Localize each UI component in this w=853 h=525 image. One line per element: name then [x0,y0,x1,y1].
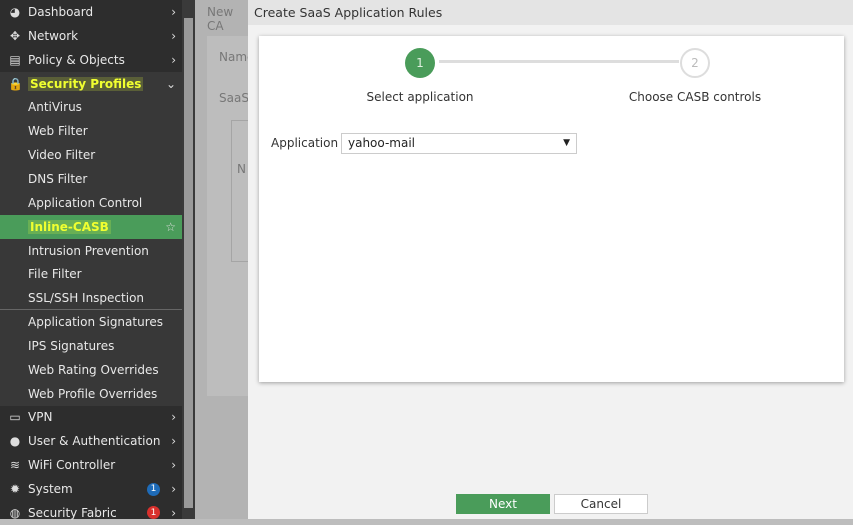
cancel-button[interactable]: Cancel [554,494,648,514]
sidebar-item-wifi-controller[interactable]: ≋ WiFi Controller › [0,453,182,477]
user-icon: ● [9,434,21,449]
sidebar-item-label: VPN [28,410,53,425]
favorite-star-icon[interactable]: ☆ [165,220,176,234]
sidebar-item-label: Web Profile Overrides [28,386,158,401]
application-select[interactable]: yahoo-mail ▼ [341,133,577,154]
sidebar-item-file-filter[interactable]: File Filter [0,262,182,287]
scrollbar-thumb[interactable] [184,18,193,508]
sidebar-item-ssl-ssh-inspection[interactable]: SSL/SSH Inspection [0,286,182,311]
sidebar-scrollbar[interactable] [182,0,195,519]
sidebar-item-label: Web Filter [28,124,88,139]
laptop-icon: ▭ [9,410,21,425]
chevron-right-icon[interactable]: › [171,434,176,448]
sidebar-item-label: AntiVirus [28,100,82,115]
background-title: New CA [207,5,234,33]
sidebar-item-label: File Filter [28,267,82,282]
sidebar-item-label: Policy & Objects [28,52,125,67]
dialog-title: Create SaaS Application Rules [248,0,853,25]
sidebar-item-label: Application Signatures [28,315,164,330]
sidebar-item-video-filter[interactable]: Video Filter [0,143,182,168]
sidebar-item-vpn[interactable]: ▭ VPN › [0,405,182,429]
sidebar-item-system[interactable]: ✹ System 1 › [0,477,182,501]
wifi-icon: ≋ [9,458,21,473]
sidebar-item-application-signatures[interactable]: Application Signatures [0,310,182,335]
sidebar-item-security-fabric[interactable]: ◍ Security Fabric 1 › [0,501,182,525]
sidebar-item-intrusion-prevention[interactable]: Intrusion Prevention [0,238,182,263]
gear-icon: ✹ [9,482,21,496]
lock-icon: 🔒 [8,76,23,91]
background-saas-label: SaaS [219,91,248,105]
network-icon: ✥ [9,28,21,43]
sidebar-item-label: Inline-CASB [28,219,111,234]
notification-badge: 1 [147,506,160,520]
application-select-value: yahoo-mail [348,136,416,150]
sidebar-item-web-profile-overrides[interactable]: Web Profile Overrides [0,381,182,406]
sidebar-item-label: DNS Filter [28,171,88,186]
background-name-label: Name [219,50,248,64]
chevron-right-icon[interactable]: › [171,506,176,520]
chevron-right-icon[interactable]: › [171,410,176,424]
sidebar-item-ips-signatures[interactable]: IPS Signatures [0,333,182,358]
create-saas-dialog: Create SaaS Application Rules 1 2 Select… [248,0,853,519]
sidebar-item-user-authentication[interactable]: ● User & Authentication › [0,429,182,453]
sidebar-item-security-profiles[interactable]: 🔒 Security Profiles ⌄ [0,71,182,96]
next-button[interactable]: Next [456,494,550,514]
step-2-label: Choose CASB controls [628,90,762,104]
sidebar-item-label: System [28,482,73,496]
sidebar-item-web-rating-overrides[interactable]: Web Rating Overrides [0,357,182,382]
sidebar-item-application-control[interactable]: Application Control [0,190,182,215]
step-1-circle: 1 [405,48,435,78]
sidebar-item-label: Application Control [28,195,143,210]
notification-badge: 1 [147,482,160,496]
sidebar-item-dashboard[interactable]: ◕ Dashboard › [0,0,182,24]
chevron-down-icon[interactable]: ⌄ [166,77,176,91]
sidebar-item-label: Web Rating Overrides [28,362,159,377]
background-page: New CA Name SaaS N [195,0,248,519]
sidebar-item-label: Security Profiles [28,76,144,91]
chevron-right-icon[interactable]: › [171,5,176,19]
wizard-card: 1 2 Select application Choose CASB contr… [259,36,844,382]
sidebar-item-label: User & Authentication [28,434,161,449]
step-2-circle: 2 [680,48,710,78]
sidebar-item-label: Dashboard [28,5,94,19]
sidebar-item-label: Video Filter [28,148,96,163]
sidebar-item-label: WiFi Controller [28,458,116,473]
background-column-header: N [237,162,246,176]
sidebar-item-label: IPS Signatures [28,338,115,353]
sidebar: ◕ Dashboard › ✥ Network › ▤ Policy & Objects › 🔒 S… [0,0,182,520]
sidebar-item-policy-objects[interactable]: ▤ Policy & Objects › [0,48,182,72]
chevron-right-icon[interactable]: › [171,29,176,43]
application-label: Application [271,136,339,150]
step-connector [439,60,679,63]
caret-down-icon: ▼ [563,138,570,148]
sidebar-item-label: Intrusion Prevention [28,243,149,258]
sidebar-item-label: Security Fabric [28,505,117,520]
dashboard-icon: ◕ [9,5,21,19]
sidebar-item-label: SSL/SSH Inspection [28,290,145,305]
sidebar-item-label: Network [28,28,79,43]
fabric-icon: ◍ [9,505,21,520]
sidebar-item-network[interactable]: ✥ Network › [0,24,182,48]
policy-icon: ▤ [9,52,21,67]
sidebar-item-antivirus[interactable]: AntiVirus [0,95,182,120]
chevron-right-icon[interactable]: › [171,53,176,67]
step-1-label: Select application [366,90,474,104]
sidebar-item-inline-casb[interactable]: Inline-CASB ☆ [0,214,182,239]
sidebar-item-web-filter[interactable]: Web Filter [0,119,182,144]
sidebar-item-dns-filter[interactable]: DNS Filter [0,166,182,191]
chevron-right-icon[interactable]: › [171,458,176,472]
chevron-right-icon[interactable]: › [171,482,176,496]
